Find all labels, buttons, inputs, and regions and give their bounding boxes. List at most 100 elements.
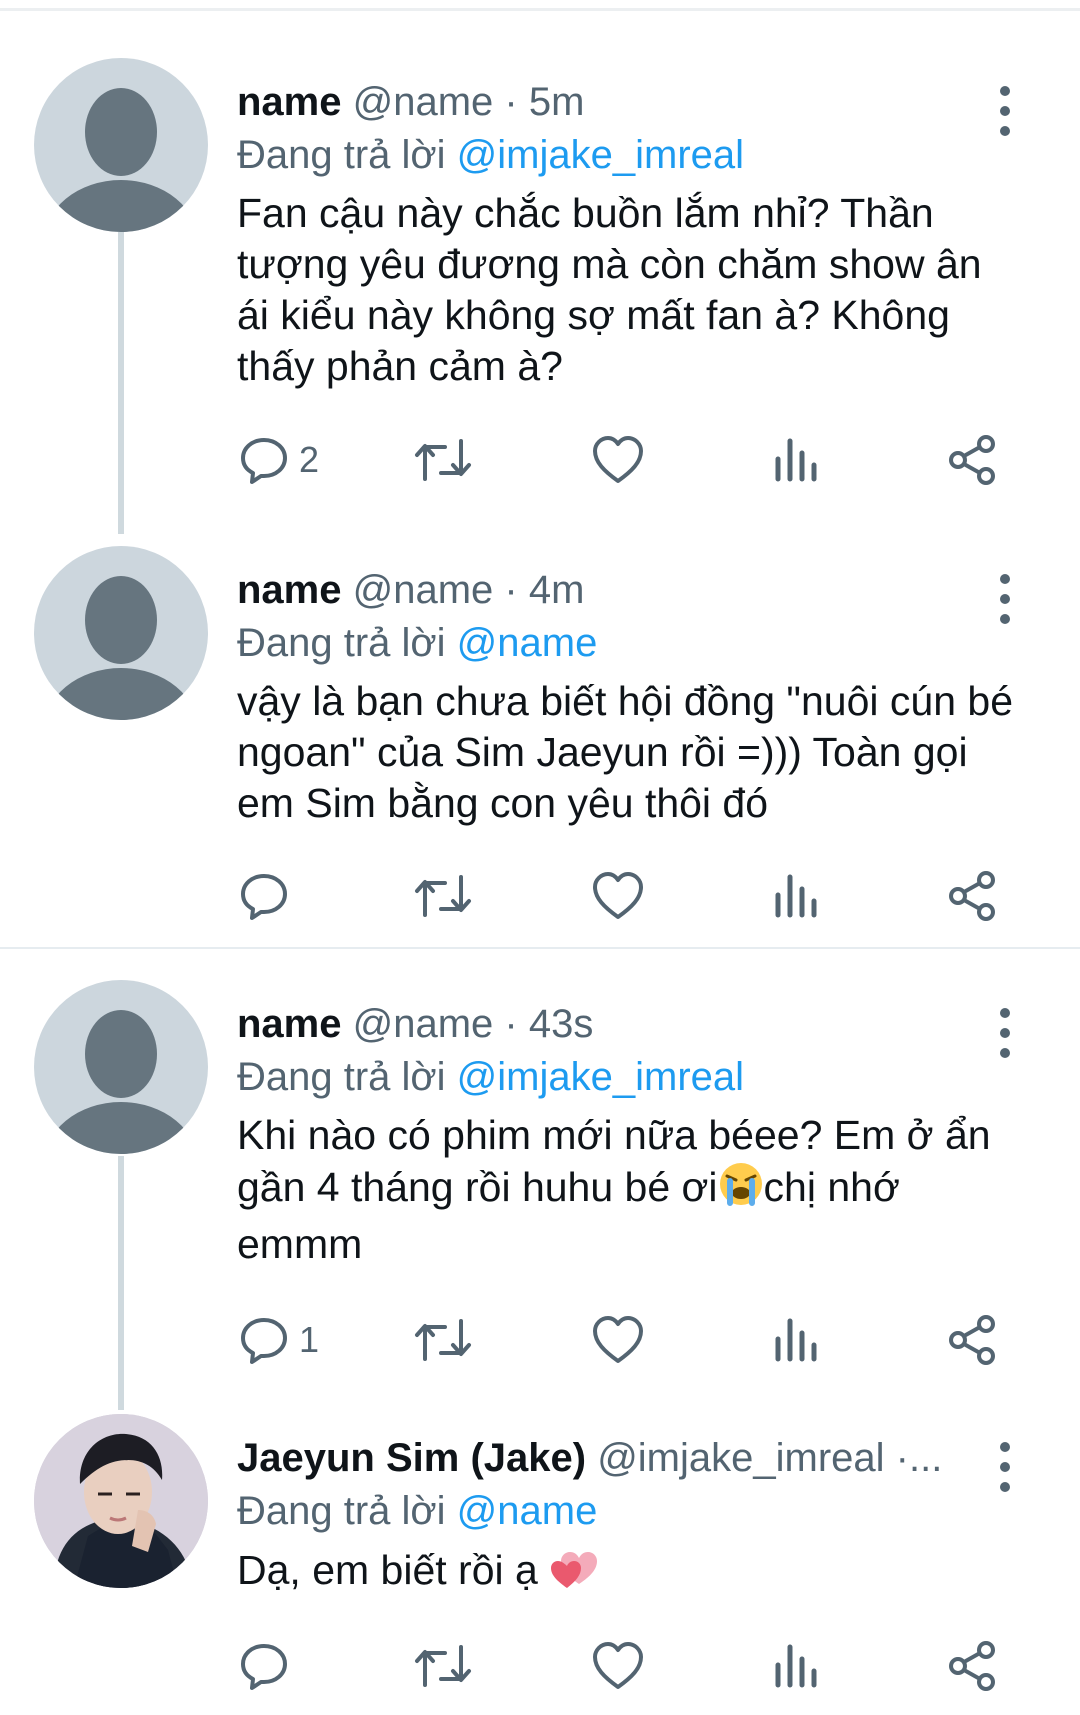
share-icon [949,1315,995,1365]
tweet-actions [0,866,1080,926]
tweet-actions: 2 [0,430,1080,490]
share-button[interactable] [946,866,998,926]
share-button[interactable] [946,1636,998,1696]
separator-dot: · [504,80,518,124]
user-handle[interactable]: @imjake_imreal [597,1436,884,1480]
replying-to: Đang trả lời @imjake_imreal [237,1053,744,1101]
separator-dot: · [504,1002,518,1046]
share-icon [949,871,995,921]
views-button[interactable] [774,430,818,490]
tweet[interactable]: name @name · 5m Đang trả lời @imjake_imr… [0,58,1080,498]
retweet-button[interactable] [413,430,473,490]
retweet-icon [415,439,471,481]
views-button[interactable] [774,866,818,926]
like-button[interactable] [592,1636,644,1696]
avatar-placeholder[interactable] [34,980,208,1154]
reply-icon [241,1318,287,1364]
replying-label: Đang trả lời [237,133,446,177]
user-handle[interactable]: @name [353,568,494,612]
share-button[interactable] [946,430,998,490]
reply-icon [241,1644,287,1690]
tweet[interactable]: Jaeyun Sim (Jake) @imjake_imreal ·... Đa… [0,1414,1080,1714]
mention-link[interactable]: @name [457,621,598,665]
top-divider [0,8,1080,11]
display-name[interactable]: name [237,80,342,124]
replying-label: Đang trả lời [237,621,446,665]
avatar[interactable] [34,1414,208,1588]
analytics-icon [775,438,817,482]
replying-label: Đang trả lời [237,1489,446,1533]
separator-dot: · [895,1436,909,1480]
mention-link[interactable]: @imjake_imreal [457,1055,744,1099]
replying-to: Đang trả lời @name [237,1487,597,1535]
mention-link[interactable]: @name [457,1489,598,1533]
like-button[interactable] [592,430,644,490]
retweet-button[interactable] [413,866,473,926]
conversation-divider [0,947,1080,949]
truncation-ellipsis: ... [908,1436,943,1480]
tweet-actions [0,1636,1080,1696]
tweet-text-part: Dạ, em biết rồi ạ [237,1547,550,1593]
display-name[interactable]: Jaeyun Sim (Jake) [237,1436,586,1480]
retweet-icon [415,1645,471,1687]
tweet-header: Jaeyun Sim (Jake) @imjake_imreal ·... [237,1434,963,1482]
timestamp[interactable]: 43s [529,1002,594,1046]
replying-to: Đang trả lời @name [237,619,597,667]
tweet-header: name @name · 4m [237,566,977,614]
separator-dot: · [504,568,518,612]
replying-label: Đang trả lời [237,1055,446,1099]
reply-count: 2 [299,439,320,480]
display-name[interactable]: name [237,568,342,612]
timestamp[interactable]: 5m [529,80,585,124]
timestamp[interactable]: 4m [529,568,585,612]
user-handle[interactable]: @name [353,80,494,124]
analytics-icon [775,874,817,918]
display-name[interactable]: name [237,1002,342,1046]
views-button[interactable] [774,1636,818,1696]
tweet[interactable]: name @name · 4m Đang trả lời @name vậy l… [0,546,1080,936]
views-button[interactable] [774,1310,818,1370]
heart-icon [593,872,643,919]
share-icon [949,1641,995,1691]
heart-icon [593,436,643,483]
retweet-icon [415,875,471,917]
analytics-icon [775,1318,817,1362]
tweet-text: Khi nào có phim mới nữa béee? Em ở ẩn gầ… [237,1110,1037,1270]
like-button[interactable] [592,866,644,926]
reply-icon [241,438,287,484]
more-vertical-icon[interactable] [990,1008,1020,1058]
reply-button[interactable]: 1 [239,1310,319,1370]
replying-to: Đang trả lời @imjake_imreal [237,131,744,179]
tweet[interactable]: name @name · 43s Đang trả lời @imjake_im… [0,980,1080,1370]
tweet-text: vậy là bạn chưa biết hội đồng "nuôi cún … [237,678,1013,826]
reply-count: 1 [299,1319,320,1360]
profile-photo [34,1414,208,1588]
reply-button[interactable] [239,866,299,926]
mention-link[interactable]: @imjake_imreal [457,133,744,177]
two-hearts-emoji [549,1544,599,1602]
retweet-icon [415,1319,471,1361]
reply-button[interactable]: 2 [239,430,319,490]
heart-icon [593,1642,643,1689]
avatar-placeholder[interactable] [34,58,208,232]
like-button[interactable] [592,1310,644,1370]
share-icon [949,435,995,485]
user-handle[interactable]: @name [353,1002,494,1046]
reply-icon [241,874,287,920]
default-profile-icon [44,1010,198,1154]
tweet-header: name @name · 43s [237,1000,977,1048]
default-profile-icon [44,88,198,232]
reply-button[interactable] [239,1636,299,1696]
more-vertical-icon[interactable] [990,574,1020,624]
tweet-actions: 1 [0,1310,1080,1370]
retweet-button[interactable] [413,1310,473,1370]
more-vertical-icon[interactable] [990,1442,1020,1492]
retweet-button[interactable] [413,1636,473,1696]
more-vertical-icon[interactable] [990,86,1020,136]
heart-icon [593,1316,643,1363]
tweet-text: Dạ, em biết rồi ạ [237,1544,1037,1602]
tweet-header: name @name · 5m [237,78,977,126]
share-button[interactable] [946,1310,998,1370]
avatar-placeholder[interactable] [34,546,208,720]
default-profile-icon [44,576,198,720]
